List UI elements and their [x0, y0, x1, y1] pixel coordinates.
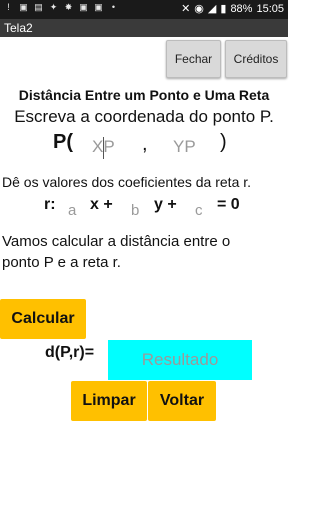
alert-icon: ! — [7, 2, 10, 12]
status-icons: ✕ ◉ ◢ ▮ 88% 15:05 — [181, 2, 284, 16]
comma-separator: , — [142, 133, 148, 155]
close-button[interactable]: Fechar — [166, 40, 221, 78]
page-subtitle: Escreva a coordenada do ponto P. — [14, 107, 274, 126]
result-display: Resultado — [108, 340, 252, 380]
point-label: P( — [53, 131, 73, 153]
coef-a-input[interactable]: a — [68, 202, 76, 219]
distance-label: d(P,r)= — [45, 344, 95, 361]
line-input-row: r: a x + b y + c = 0 — [0, 193, 288, 223]
yp-input[interactable]: YP — [173, 137, 196, 157]
line-label: r: — [44, 196, 56, 213]
window-title: Tela2 — [4, 21, 33, 35]
notification-icon: ▤ — [34, 2, 43, 12]
app-icon: ✸ — [64, 2, 73, 12]
text-cursor — [103, 137, 104, 159]
image-icon: ▣ — [19, 2, 28, 12]
app-title-bar: Tela2 — [0, 19, 288, 37]
x-plus-label: x + — [90, 196, 113, 213]
y-plus-label: y + — [154, 196, 177, 213]
line-instruction: Dê os valores dos coeficientes da reta r… — [2, 174, 252, 190]
dot-icon: • — [111, 2, 116, 12]
wifi-icon: ◉ — [194, 3, 204, 15]
clear-button[interactable]: Limpar — [71, 381, 147, 421]
credits-button[interactable]: Créditos — [225, 40, 287, 78]
image-icon: ▣ — [79, 2, 88, 12]
description-line-2: ponto P e a reta r. — [2, 254, 121, 271]
app-icon: ✦ — [49, 2, 58, 12]
battery-level: 88% — [230, 3, 253, 15]
point-input-row: P( XP , YP ) — [0, 130, 288, 162]
battery-icon: ▮ — [220, 3, 227, 15]
notification-icons: ! ▣ ▤ ✦ ✸ ▣ ▣ • — [3, 2, 119, 13]
page-title: Distância Entre um Ponto e Uma Reta — [18, 87, 270, 103]
calculate-button[interactable]: Calcular — [0, 299, 86, 339]
signal-icon: ◢ — [207, 3, 217, 15]
coef-b-input[interactable]: b — [131, 202, 139, 219]
clock: 15:05 — [256, 3, 284, 15]
point-close-paren: ) — [220, 131, 227, 153]
description-line-1: Vamos calcular a distância entre o — [2, 233, 231, 250]
mute-icon: ✕ — [181, 3, 191, 15]
coef-c-input[interactable]: c — [195, 202, 203, 219]
image-icon: ▣ — [94, 2, 103, 12]
equals-zero-label: = 0 — [217, 196, 240, 213]
back-button[interactable]: Voltar — [148, 381, 216, 421]
status-bar: ! ▣ ▤ ✦ ✸ ▣ ▣ • ✕ ◉ ◢ ▮ 88% 15:05 — [0, 0, 288, 19]
